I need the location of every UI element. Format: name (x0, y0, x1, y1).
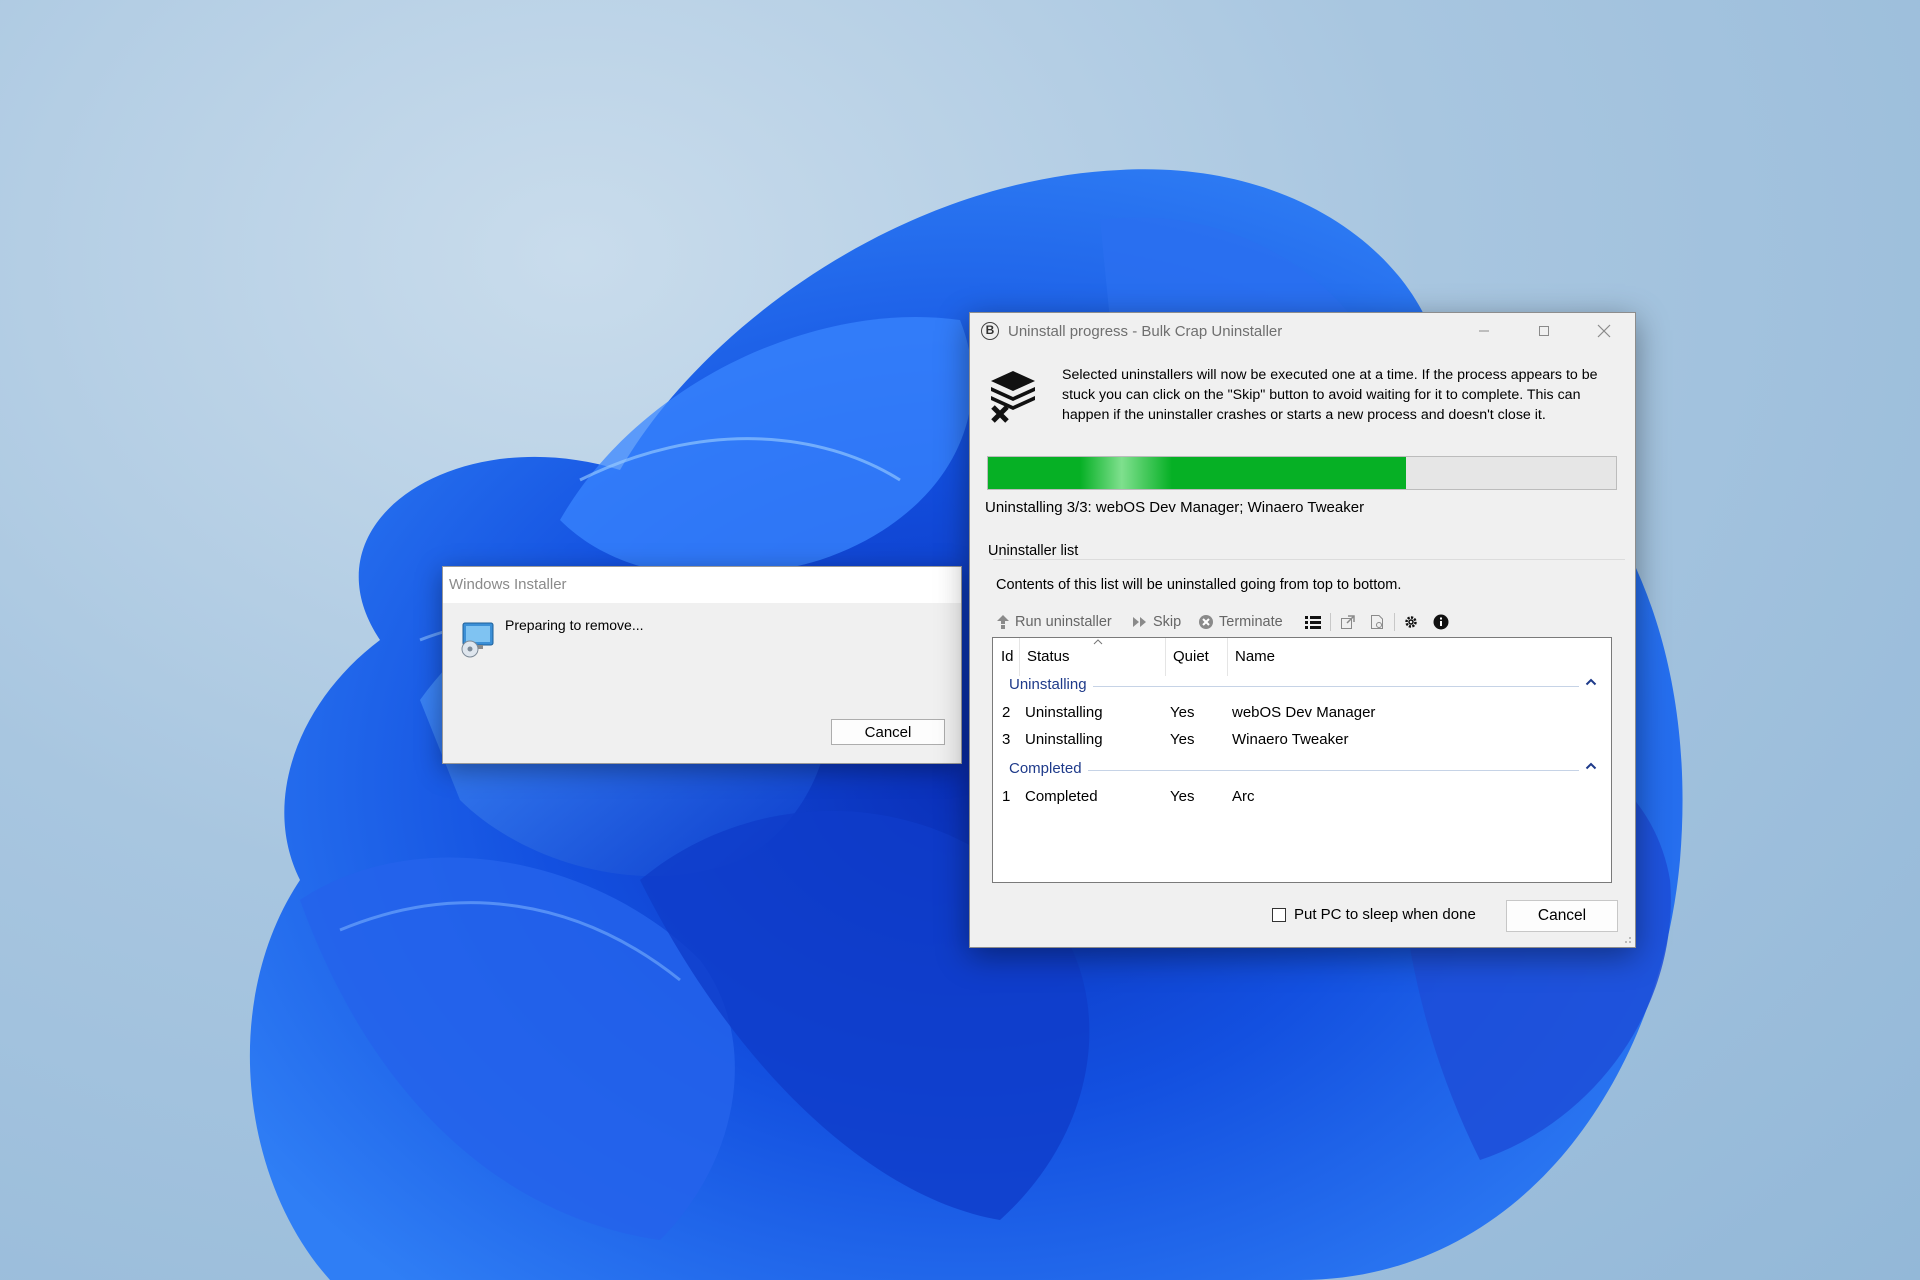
cell-id: 3 (1002, 731, 1011, 748)
windows-installer-message: Preparing to remove... (505, 617, 644, 633)
skip-icon (1133, 617, 1146, 627)
table-row[interactable]: 3 Uninstalling Yes Winaero Tweaker (993, 727, 1611, 753)
cell-id: 2 (1002, 704, 1011, 721)
run-arrow-icon (997, 615, 1009, 629)
bcu-cancel-button[interactable]: Cancel (1506, 900, 1618, 932)
info-button[interactable] (1433, 609, 1449, 635)
settings-button[interactable] (1403, 609, 1419, 635)
installer-disc-icon (461, 622, 494, 658)
uninstaller-list[interactable]: Id Status Quiet Name Uninstalling 2 Unin… (992, 637, 1612, 883)
document-icon (1371, 615, 1383, 629)
table-row[interactable]: 2 Uninstalling Yes webOS Dev Manager (993, 700, 1611, 726)
windows-installer-dialog: Windows Installer Preparing to remove...… (442, 566, 962, 764)
run-uninstaller-label: Run uninstaller (1015, 614, 1112, 630)
chevron-up-icon[interactable] (1585, 762, 1597, 770)
document-button[interactable] (1370, 609, 1384, 635)
uninstall-status-text: Uninstalling 3/3: webOS Dev Manager; Win… (985, 499, 1365, 516)
external-link-icon (1341, 615, 1355, 629)
terminate-icon (1199, 615, 1213, 629)
group-header-uninstalling[interactable]: Uninstalling (993, 674, 1611, 698)
close-icon (1597, 324, 1611, 338)
cell-status: Uninstalling (1025, 704, 1103, 721)
cell-name: Arc (1232, 788, 1255, 805)
bcu-logo-icon: B (981, 322, 999, 340)
skip-button[interactable]: Skip (1132, 609, 1181, 635)
list-view-button[interactable] (1305, 609, 1321, 635)
close-button[interactable] (1575, 313, 1633, 349)
bcu-description: Selected uninstallers will now be execut… (1062, 367, 1598, 423)
gear-icon (1405, 616, 1417, 628)
list-toolbar: Run uninstaller Skip Terminate (996, 609, 1616, 635)
terminate-button[interactable]: Terminate (1198, 609, 1283, 635)
column-header-status[interactable]: Status (1027, 638, 1070, 676)
column-header-id[interactable]: Id (1001, 638, 1014, 676)
windows-installer-cancel-button[interactable]: Cancel (831, 719, 945, 745)
cell-quiet: Yes (1170, 704, 1195, 721)
uninstaller-list-label: Uninstaller list (986, 543, 1081, 559)
sleep-when-done-checkbox[interactable] (1272, 907, 1286, 922)
minimize-button[interactable] (1455, 313, 1513, 349)
group-header-completed[interactable]: Completed (993, 758, 1611, 782)
cell-status: Completed (1025, 788, 1098, 805)
sleep-when-done-option[interactable]: Put PC to sleep when done (1272, 906, 1476, 923)
uninstaller-list-description: Contents of this list will be uninstalle… (996, 577, 1402, 593)
table-row[interactable]: 1 Completed Yes Arc (993, 784, 1611, 810)
bcu-stack-uninstall-icon (991, 371, 1035, 423)
maximize-button[interactable] (1515, 313, 1573, 349)
skip-label: Skip (1153, 614, 1182, 630)
minimize-icon (1479, 330, 1489, 332)
terminate-label: Terminate (1219, 614, 1283, 630)
bcu-window-title: Uninstall progress - Bulk Crap Uninstall… (1008, 323, 1283, 340)
group-name: Completed (1009, 760, 1088, 777)
run-uninstaller-button[interactable]: Run uninstaller (996, 609, 1112, 635)
list-view-icon (1305, 616, 1321, 629)
cell-name: Winaero Tweaker (1232, 731, 1349, 748)
windows-installer-title: Windows Installer (443, 567, 961, 603)
open-external-button[interactable] (1340, 609, 1356, 635)
cell-quiet: Yes (1170, 788, 1195, 805)
sleep-when-done-label: Put PC to sleep when done (1294, 906, 1476, 923)
bcu-titlebar[interactable]: B Uninstall progress - Bulk Crap Uninsta… (970, 313, 1635, 349)
info-icon (1433, 614, 1449, 630)
cell-id: 1 (1002, 788, 1011, 805)
cell-status: Uninstalling (1025, 731, 1103, 748)
column-header-quiet[interactable]: Quiet (1173, 638, 1209, 676)
bcu-progress-window: B Uninstall progress - Bulk Crap Uninsta… (969, 312, 1636, 948)
group-name: Uninstalling (1009, 676, 1093, 693)
resize-grip-icon[interactable] (1622, 934, 1632, 944)
cell-quiet: Yes (1170, 731, 1195, 748)
progress-fill (988, 457, 1406, 489)
column-header-name[interactable]: Name (1235, 638, 1275, 676)
uninstall-progress-bar (987, 456, 1617, 490)
chevron-up-icon[interactable] (1585, 678, 1597, 686)
maximize-icon (1539, 326, 1549, 336)
cell-name: webOS Dev Manager (1232, 704, 1376, 721)
sort-ascending-icon (1093, 639, 1103, 645)
